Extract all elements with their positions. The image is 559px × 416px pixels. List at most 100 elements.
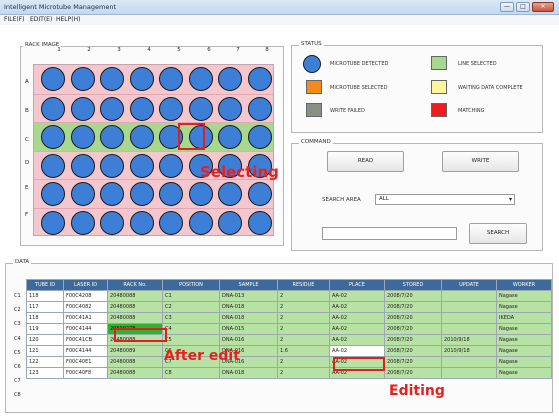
- microtube-well-d2[interactable]: [70, 153, 95, 178]
- table-cell[interactable]: 2: [277, 301, 330, 313]
- microtube-well-f1[interactable]: [41, 210, 65, 235]
- microtube-well-a5[interactable]: [159, 67, 183, 91]
- rack-row-b[interactable]: [34, 93, 273, 123]
- microtube-well-f8[interactable]: [247, 210, 272, 235]
- table-cell[interactable]: 123: [26, 367, 64, 379]
- table-cell[interactable]: C3: [162, 312, 220, 324]
- table-cell[interactable]: 20480088: [107, 356, 163, 368]
- table-cell[interactable]: [441, 301, 497, 313]
- table-cell[interactable]: AA-02: [329, 334, 385, 346]
- microtube-well-e2[interactable]: [70, 182, 95, 206]
- table-row[interactable]: 121 F00C4144 20480089 C6 DNA-016 1.6 AA-02 2008…: [26, 345, 552, 357]
- table-cell[interactable]: 2: [277, 367, 330, 379]
- microtube-well-e5[interactable]: [159, 182, 183, 206]
- table-cell[interactable]: AA-02: [329, 312, 385, 324]
- table-cell[interactable]: Nagase: [496, 301, 552, 313]
- read-button[interactable]: READ: [327, 151, 404, 172]
- table-cell[interactable]: 122: [26, 356, 64, 368]
- table-cell[interactable]: F00C41A1: [63, 312, 108, 324]
- table-cell[interactable]: AA-02: [329, 290, 385, 302]
- table-cell[interactable]: DNA-018: [219, 367, 278, 379]
- table-cell[interactable]: Nagase: [496, 290, 552, 302]
- microtube-well-a7[interactable]: [218, 67, 242, 91]
- table-cell[interactable]: 1.6: [277, 345, 330, 357]
- table-cell[interactable]: F00C4082: [63, 301, 108, 313]
- table-cell[interactable]: [441, 356, 497, 368]
- microtube-well-b8[interactable]: [247, 96, 272, 121]
- microtube-well-b5[interactable]: [159, 96, 183, 121]
- table-cell[interactable]: 2: [277, 356, 330, 368]
- table-cell[interactable]: 119: [26, 323, 64, 335]
- column-header[interactable]: TUBE ID: [26, 279, 64, 291]
- microtube-well-e7[interactable]: [218, 182, 242, 206]
- table-cell[interactable]: DNA-013: [219, 290, 278, 302]
- table-row[interactable]: 118 F00C41A1 20480088 C3 DNA-018 2 AA-02 2008/7…: [26, 312, 552, 324]
- table-cell[interactable]: 118: [26, 312, 64, 324]
- table-cell[interactable]: C1: [162, 290, 220, 302]
- table-cell[interactable]: 118: [26, 290, 64, 302]
- microtube-well-d5[interactable]: [159, 153, 183, 178]
- table-cell[interactable]: IKEDA: [496, 312, 552, 324]
- microtube-well-b6[interactable]: [188, 96, 213, 121]
- microtube-well-b1[interactable]: [41, 96, 65, 121]
- table-row[interactable]: 119 F00C4144 20500278 C4 DNA-015 2 AA-02 2008/7…: [26, 323, 552, 335]
- table-cell[interactable]: 2010/9/18: [441, 334, 497, 346]
- microtube-well-e8[interactable]: [247, 182, 272, 206]
- table-cell[interactable]: 2008/7/20: [384, 290, 442, 302]
- microtube-well-c4[interactable]: [129, 125, 154, 149]
- microtube-well-f3[interactable]: [100, 210, 124, 235]
- microtube-well-f6[interactable]: [188, 210, 213, 235]
- table-row[interactable]: 120 F00C41CB 20480088 C5 DNA-016 2 AA-02 2008/7…: [26, 334, 552, 346]
- table-cell[interactable]: Nagase: [496, 367, 552, 379]
- search-input[interactable]: [322, 227, 457, 240]
- table-cell[interactable]: AA-02: [329, 345, 385, 357]
- table-cell[interactable]: Nagase: [496, 323, 552, 335]
- rack-row-c[interactable]: [34, 122, 273, 151]
- table-cell[interactable]: AA-02: [329, 301, 385, 313]
- write-button[interactable]: WRITE: [442, 151, 519, 172]
- table-cell[interactable]: 2008/7/20: [384, 301, 442, 313]
- microtube-well-e6[interactable]: [188, 182, 213, 206]
- table-cell[interactable]: 20480088: [107, 312, 163, 324]
- table-cell[interactable]: 2: [277, 323, 330, 335]
- table-cell[interactable]: 2008/7/20: [384, 334, 442, 346]
- table-cell[interactable]: DNA-016: [219, 334, 278, 346]
- column-header[interactable]: SAMPLE: [219, 279, 278, 291]
- microtube-well-a8[interactable]: [247, 67, 272, 91]
- microtube-well-d3[interactable]: [100, 153, 124, 178]
- table-cell[interactable]: C2: [162, 301, 220, 313]
- table-cell[interactable]: [441, 367, 497, 379]
- microtube-well-e1[interactable]: [41, 182, 65, 206]
- table-cell[interactable]: DNA-015: [219, 323, 278, 335]
- table-cell[interactable]: 20480088: [107, 367, 163, 379]
- table-cell[interactable]: F00C40F8: [63, 367, 108, 379]
- microtube-well-b7[interactable]: [218, 96, 242, 121]
- table-row[interactable]: 123 F00C40F8 20480088 C8 DNA-018 2 AA-02 2008/7…: [26, 367, 552, 379]
- table-cell[interactable]: [441, 312, 497, 324]
- microtube-well-a3[interactable]: [100, 67, 124, 91]
- table-cell[interactable]: F00C41CB: [63, 334, 108, 346]
- microtube-well-f2[interactable]: [70, 210, 95, 235]
- table-cell[interactable]: F00C4144: [63, 345, 108, 357]
- microtube-well-c1[interactable]: [41, 125, 65, 149]
- table-cell[interactable]: DNA-018: [219, 312, 278, 324]
- table-cell[interactable]: 2010/9/18: [441, 345, 497, 357]
- table-cell[interactable]: 20480088: [107, 290, 163, 302]
- column-header[interactable]: STORED: [384, 279, 442, 291]
- rack-row-a[interactable]: [34, 65, 273, 94]
- microtube-well-b3[interactable]: [100, 96, 124, 121]
- table-cell[interactable]: Nagase: [496, 345, 552, 357]
- microtube-well-a4[interactable]: [129, 67, 154, 91]
- table-cell[interactable]: AA-02: [329, 323, 385, 335]
- microtube-well-f5[interactable]: [159, 210, 183, 235]
- column-header[interactable]: LASER ID: [63, 279, 108, 291]
- table-row[interactable]: 122 F00C40E1 20480088 C7 DNA-016 2 AA-02 2008/7…: [26, 356, 552, 368]
- maximize-button[interactable]: □: [516, 2, 530, 12]
- table-cell[interactable]: F00C4208: [63, 290, 108, 302]
- table-cell[interactable]: 20480089: [107, 345, 163, 357]
- column-header[interactable]: RESIDUE: [277, 279, 330, 291]
- microtube-well-f7[interactable]: [218, 210, 242, 235]
- table-cell[interactable]: DNA-018: [219, 301, 278, 313]
- table-cell[interactable]: [441, 290, 497, 302]
- table-cell[interactable]: C5: [162, 334, 220, 346]
